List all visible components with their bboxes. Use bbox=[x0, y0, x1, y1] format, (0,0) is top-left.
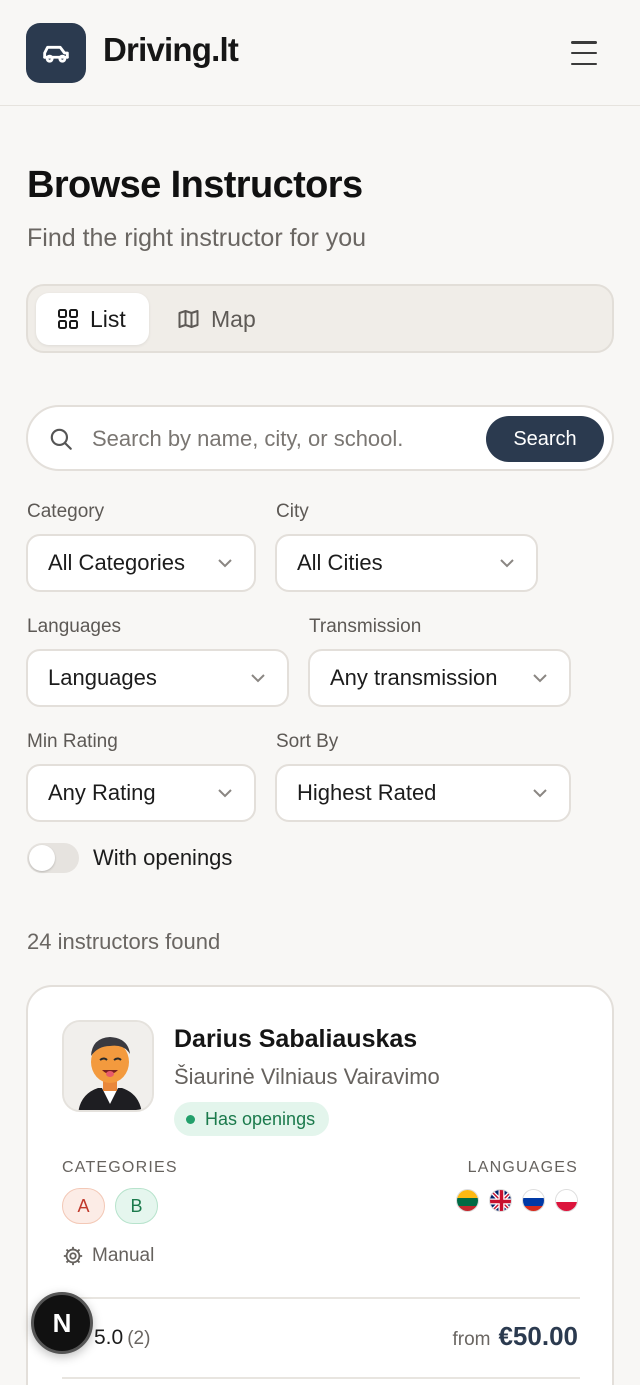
languages-select-value: Languages bbox=[48, 665, 157, 690]
top-header: Driving.lt bbox=[0, 0, 640, 106]
city-filter-label: City bbox=[276, 501, 309, 522]
chevron-down-icon bbox=[218, 789, 232, 798]
languages-select[interactable]: Languages bbox=[26, 649, 289, 707]
price-amount: €50.00 bbox=[498, 1321, 578, 1351]
languages-filter-label: Languages bbox=[27, 616, 122, 637]
transmission-select[interactable]: Any transmission bbox=[308, 649, 571, 707]
results-count: 24 instructors found bbox=[27, 929, 221, 954]
status-dot-icon bbox=[186, 1114, 195, 1124]
transmission-select-value: Any transmission bbox=[330, 665, 498, 690]
search-bar: Search bbox=[26, 405, 614, 471]
rating: 5.0 (2) bbox=[94, 1326, 150, 1350]
view-toggle: List Map bbox=[26, 284, 614, 353]
with-openings-label: With openings bbox=[93, 845, 233, 870]
category-select[interactable]: All Categories bbox=[26, 534, 256, 592]
price-prefix: from bbox=[452, 1329, 491, 1350]
sort-by-select-value: Highest Rated bbox=[297, 780, 437, 805]
toggle-knob bbox=[29, 845, 55, 871]
categories-label: CATEGORIES bbox=[62, 1159, 178, 1176]
category-select-value: All Categories bbox=[48, 550, 185, 575]
instructor-school: Šiaurinė Vilniaus Vairavimo bbox=[174, 1064, 440, 1089]
divider bbox=[62, 1297, 580, 1299]
tab-map[interactable]: Map bbox=[156, 293, 276, 345]
brand-logo[interactable] bbox=[26, 23, 86, 83]
search-button[interactable]: Search bbox=[486, 416, 604, 462]
map-icon bbox=[178, 310, 199, 328]
car-icon bbox=[43, 45, 69, 63]
with-openings-toggle[interactable] bbox=[27, 843, 79, 873]
review-count: (2) bbox=[127, 1328, 151, 1349]
category-badge-a: A bbox=[62, 1188, 105, 1224]
brand-name[interactable]: Driving.lt bbox=[103, 31, 239, 69]
languages-label: LANGUAGES bbox=[467, 1159, 578, 1176]
min-rating-select[interactable]: Any Rating bbox=[26, 764, 256, 822]
hamburger-menu-icon[interactable] bbox=[566, 38, 602, 68]
lithuanian-flag-icon bbox=[456, 1189, 479, 1212]
status-badge-label: Has openings bbox=[205, 1108, 316, 1129]
city-select-value: All Cities bbox=[297, 550, 383, 575]
sort-by-filter-label: Sort By bbox=[276, 731, 339, 752]
min-rating-filter-label: Min Rating bbox=[27, 731, 118, 752]
page-title: Browse Instructors bbox=[27, 164, 363, 206]
category-badge-b: B bbox=[115, 1188, 158, 1224]
category-filter-label: Category bbox=[27, 501, 105, 522]
min-rating-select-value: Any Rating bbox=[48, 780, 156, 805]
chevron-down-icon bbox=[251, 674, 265, 683]
instructor-avatar-illustration bbox=[64, 1022, 152, 1110]
chevron-down-icon bbox=[500, 559, 514, 568]
grid-icon bbox=[58, 309, 78, 329]
gear-icon bbox=[63, 1246, 83, 1266]
transmission-label: Manual bbox=[92, 1245, 155, 1266]
transmission-filter-label: Transmission bbox=[309, 616, 422, 637]
tab-list-label: List bbox=[90, 305, 126, 332]
page-subtitle: Find the right instructor for you bbox=[27, 224, 367, 252]
instructor-name[interactable]: Darius Sabaliauskas bbox=[174, 1025, 417, 1054]
chevron-down-icon bbox=[533, 674, 547, 683]
sort-by-select[interactable]: Highest Rated bbox=[275, 764, 571, 822]
russian-flag-icon bbox=[522, 1189, 545, 1212]
avatar bbox=[62, 1020, 154, 1112]
transmission-info: Manual bbox=[62, 1245, 154, 1267]
uk-flag-icon bbox=[489, 1189, 512, 1212]
chevron-down-icon bbox=[533, 789, 547, 798]
rating-value: 5.0 bbox=[94, 1326, 124, 1349]
chevron-down-icon bbox=[218, 559, 232, 568]
polish-flag-icon bbox=[555, 1189, 578, 1212]
search-icon bbox=[50, 428, 72, 450]
divider bbox=[62, 1377, 580, 1379]
language-flags bbox=[456, 1189, 578, 1212]
price: from €50.00 bbox=[452, 1321, 578, 1352]
dev-tools-button[interactable]: N bbox=[31, 1292, 93, 1354]
city-select[interactable]: All Cities bbox=[275, 534, 538, 592]
tab-list[interactable]: List bbox=[36, 293, 149, 345]
search-input[interactable] bbox=[92, 419, 482, 459]
tab-map-label: Map bbox=[211, 305, 256, 332]
instructor-card[interactable]: Darius Sabaliauskas Šiaurinė Vilniaus Va… bbox=[26, 985, 614, 1385]
status-badge: Has openings bbox=[174, 1102, 330, 1136]
